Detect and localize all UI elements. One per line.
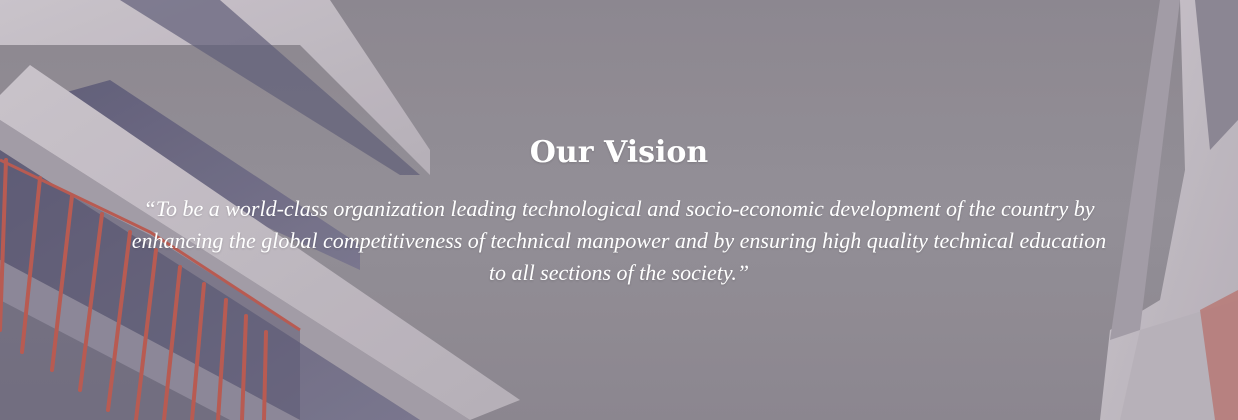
vision-content: Our Vision “To be a world-class organiza… xyxy=(0,0,1238,420)
vision-section: Our Vision “To be a world-class organiza… xyxy=(0,0,1238,420)
vision-title: Our Vision xyxy=(529,135,709,170)
vision-statement: “To be a world-class organization leadin… xyxy=(131,196,1107,285)
